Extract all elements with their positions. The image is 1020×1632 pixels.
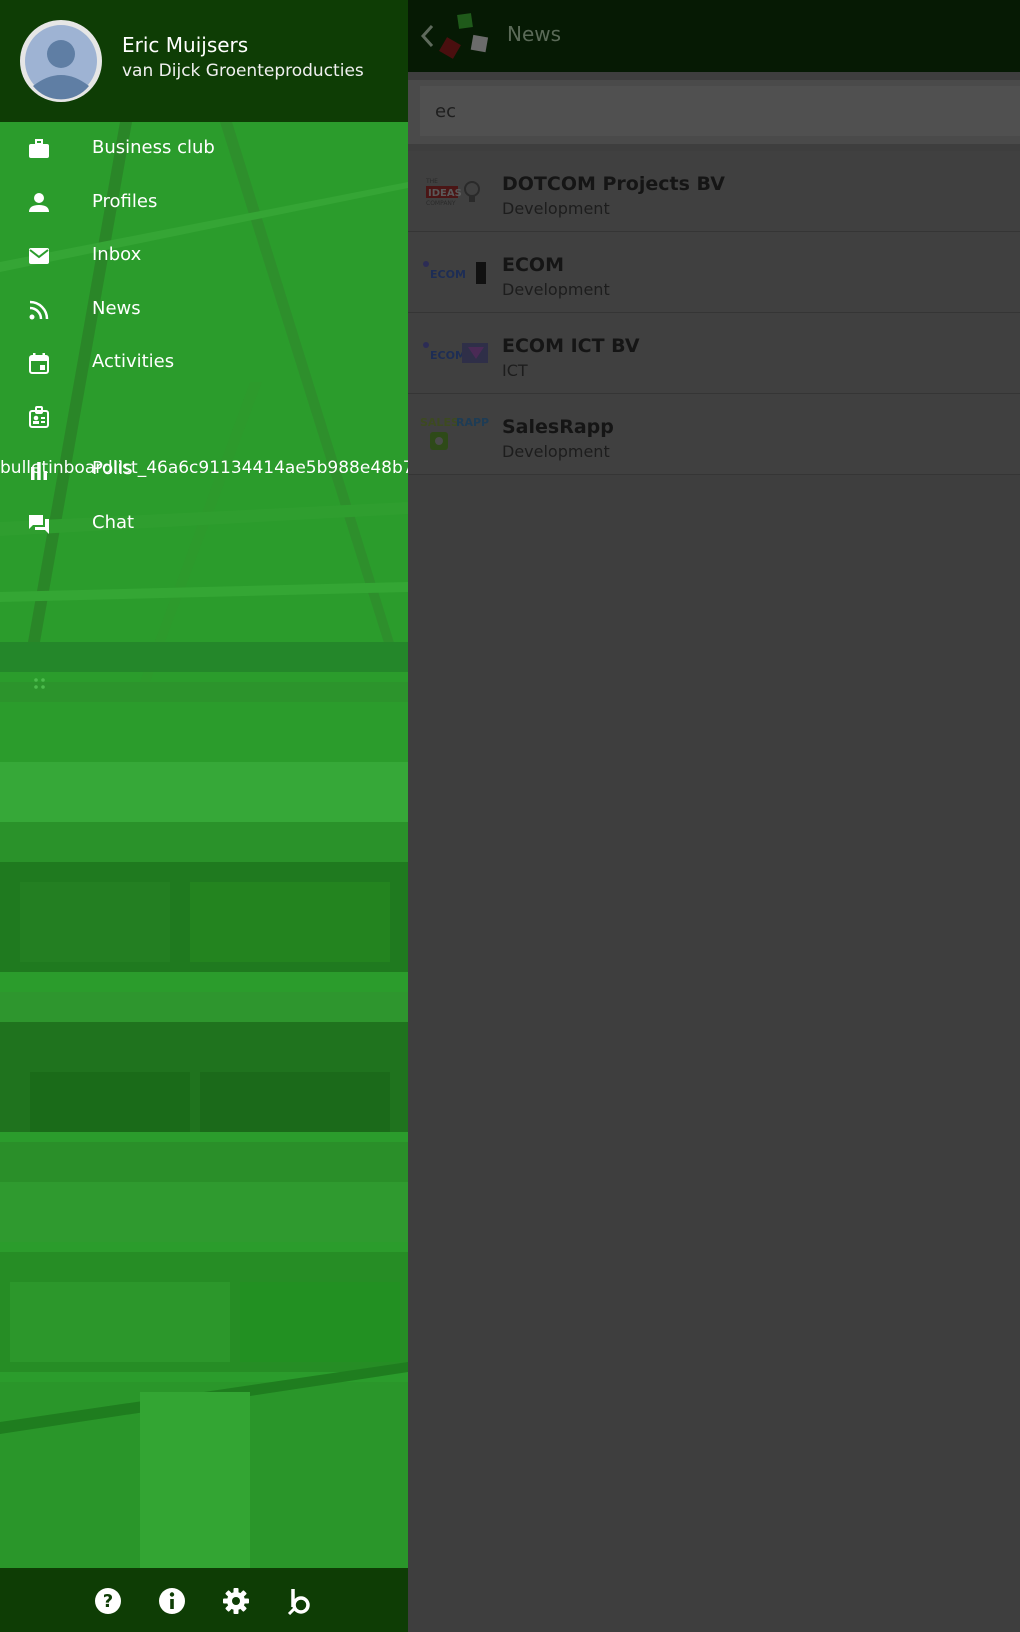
help-icon[interactable]: ?: [94, 1587, 122, 1615]
item-category: Development: [502, 280, 610, 299]
rss-icon: [29, 300, 49, 319]
menu-item-polls[interactable]: Polls bulletinboardlist_46a6c91134414ae5…: [0, 443, 408, 497]
salesrapp-logo: SALES RAPP: [420, 412, 490, 456]
list-item[interactable]: ECOM ECOM Development: [408, 232, 1020, 313]
svg-text:THE: THE: [425, 178, 438, 185]
results-list: THE IDEAS COMPANY DOTCOM Projects BV Dev…: [408, 151, 1020, 475]
item-title: ECOM: [502, 254, 564, 276]
svg-text:ECOM: ECOM: [430, 268, 466, 281]
menu-item-label: Activities: [92, 351, 175, 372]
menu-item-label: Profiles: [92, 190, 158, 212]
back-arrow-icon[interactable]: [418, 22, 438, 50]
menu-item-label: Inbox: [92, 244, 142, 265]
id-badge-icon: [29, 405, 49, 428]
search-bar: [408, 80, 1020, 144]
svg-text:COMPANY: COMPANY: [426, 200, 456, 207]
drawer-footer: ?: [0, 1568, 408, 1632]
page-title: News: [507, 22, 562, 46]
navigation-drawer: Eric Muijsers van Dijck Groenteproductie…: [0, 0, 408, 1632]
mail-icon: [29, 248, 49, 264]
menu-item-business-club[interactable]: Business club: [0, 122, 408, 176]
ecom-logo: ECOM: [420, 250, 490, 294]
menu-item-label: Business club: [92, 137, 215, 158]
menu-item-label: Chat: [92, 511, 135, 533]
person-icon: [29, 192, 49, 212]
drawer-menu: Business club Profiles Inbox News Activi…: [0, 122, 408, 550]
info-icon[interactable]: [158, 1587, 186, 1615]
svg-text:RAPP: RAPP: [456, 416, 489, 429]
ecom-ict-logo: ECOM: [420, 331, 490, 375]
item-category: ICT: [502, 361, 528, 380]
menu-item-activities[interactable]: Activities: [0, 336, 408, 390]
menu-item-profiles[interactable]: Profiles: [0, 176, 408, 230]
menu-item-inbox[interactable]: Inbox: [0, 229, 408, 283]
menu-item-label: News: [92, 297, 141, 319]
menu-item-chat[interactable]: Chat: [0, 497, 408, 551]
item-title: SalesRapp: [502, 416, 614, 438]
user-company: van Dijck Groenteproducties: [122, 61, 364, 81]
avatar: [20, 20, 102, 102]
briefcase-icon: [29, 139, 49, 158]
brand-b-icon[interactable]: [286, 1587, 314, 1615]
ideas-company-logo: THE IDEAS COMPANY: [420, 169, 490, 213]
user-name: Eric Muijsers: [122, 33, 249, 57]
list-item[interactable]: ECOM ECOM ICT BV ICT: [408, 313, 1020, 394]
svg-text:SALES: SALES: [420, 416, 459, 429]
item-category: Development: [502, 442, 610, 461]
user-profile-header[interactable]: Eric Muijsers van Dijck Groenteproductie…: [0, 0, 408, 122]
overflow-debug-text: bulletinboardlist_46a6c91134414ae5b988e4…: [0, 458, 408, 478]
settings-icon[interactable]: [222, 1587, 250, 1615]
list-item[interactable]: SALES RAPP SalesRapp Development: [408, 394, 1020, 475]
drag-handle-icon[interactable]: [33, 676, 47, 692]
app-logo-icon: [439, 13, 489, 59]
item-category: Development: [502, 199, 610, 218]
chat-icon: [29, 514, 49, 534]
menu-item-news[interactable]: News: [0, 283, 408, 337]
svg-text:IDEAS: IDEAS: [428, 188, 462, 199]
svg-text:?: ?: [103, 1591, 113, 1612]
menu-item-badge[interactable]: [0, 390, 408, 444]
calendar-icon: [29, 353, 49, 374]
item-title: DOTCOM Projects BV: [502, 173, 725, 195]
list-item[interactable]: THE IDEAS COMPANY DOTCOM Projects BV Dev…: [408, 151, 1020, 232]
svg-text:ECOM: ECOM: [430, 349, 466, 362]
search-input[interactable]: [420, 86, 1020, 136]
item-title: ECOM ICT BV: [502, 335, 640, 357]
